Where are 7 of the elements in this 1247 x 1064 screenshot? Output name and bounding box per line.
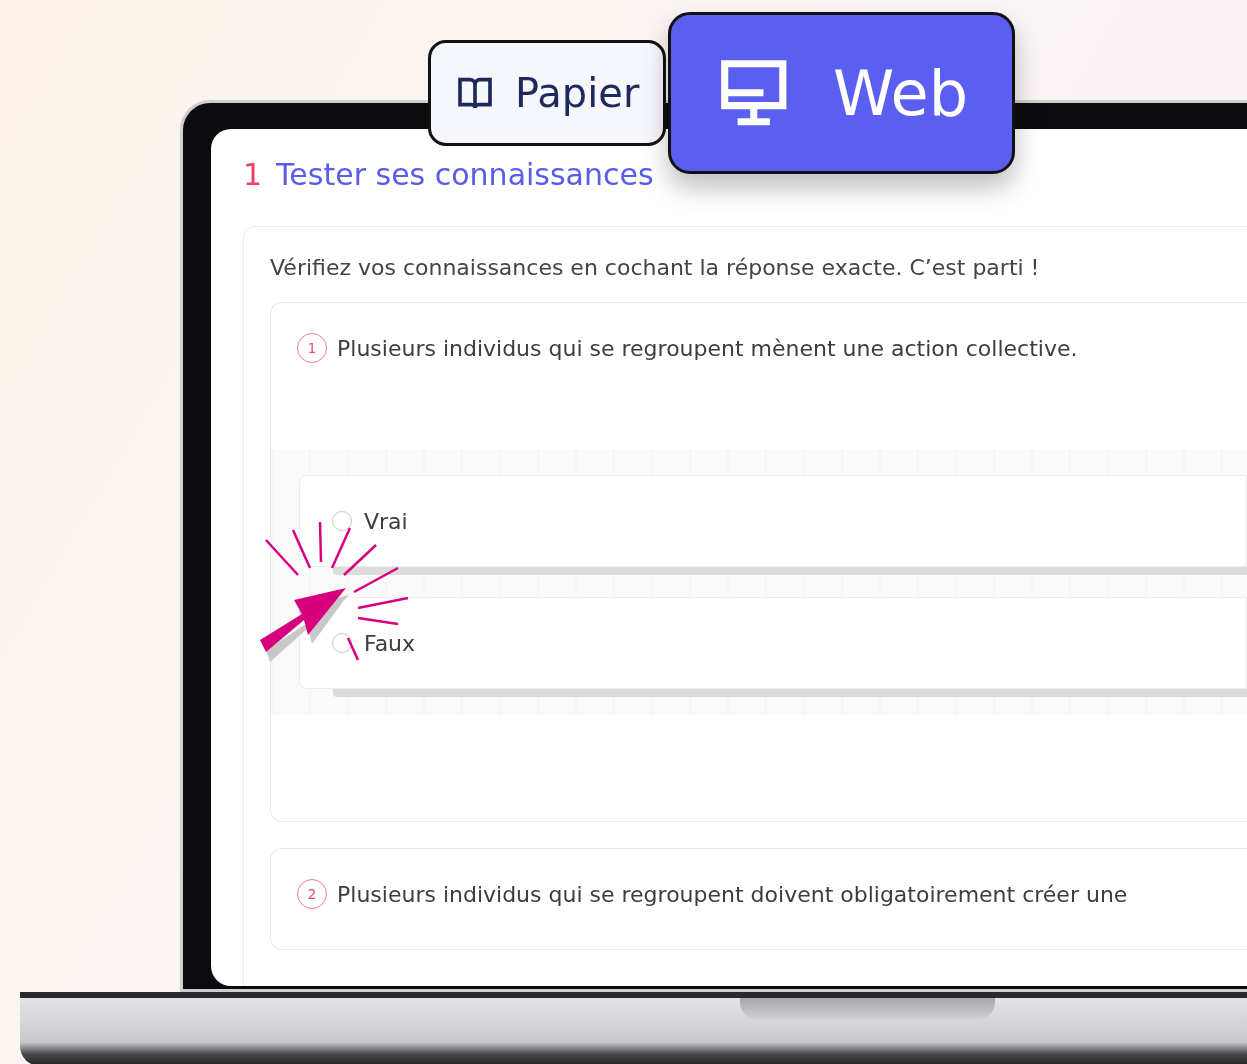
mode-toggle-button[interactable]: Web: [668, 12, 1016, 174]
section-title: Tester ses connaissances: [276, 157, 654, 192]
question-text: Plusieurs individus qui se regroupent mènent une action collective.: [337, 335, 1078, 361]
section-number: 1: [243, 157, 263, 192]
question-text: Plusieurs individus qui se regroupent doivent obligatoirement créer une: [337, 881, 1128, 907]
mode-toggle-button[interactable]: Papier: [428, 40, 667, 146]
instructions-text: Vérifiez vos connaissances en cochant la réponse exacte. C’est parti !: [270, 255, 1041, 280]
